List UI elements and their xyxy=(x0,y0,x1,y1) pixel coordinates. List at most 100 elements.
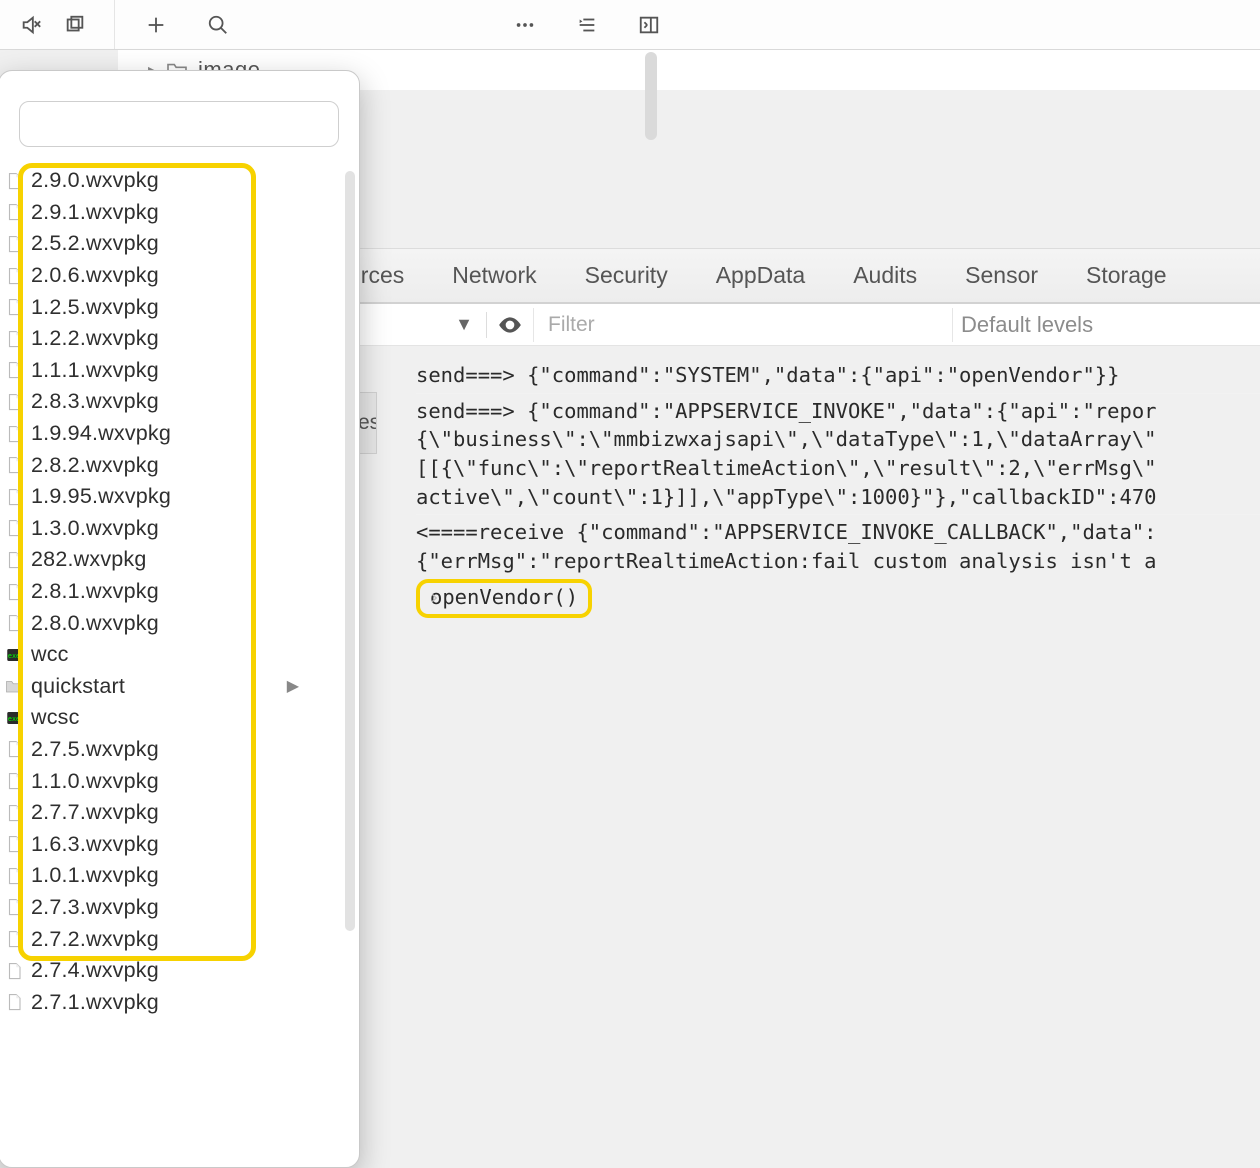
file-icon xyxy=(5,804,23,822)
file-label: 1.2.2.wxvpkg xyxy=(31,326,159,351)
file-icon xyxy=(5,361,23,379)
file-label: 2.7.4.wxvpkg xyxy=(31,958,159,983)
file-row[interactable]: 1.1.1.wxvpkg xyxy=(0,355,359,387)
file-label: 2.9.1.wxvpkg xyxy=(31,200,159,225)
file-label: 2.8.1.wxvpkg xyxy=(31,579,159,604)
file-row[interactable]: 2.8.0.wxvpkg xyxy=(0,607,359,639)
file-label: 2.8.2.wxvpkg xyxy=(31,453,159,478)
chevron-right-icon: ▶ xyxy=(287,676,299,696)
file-label: quickstart xyxy=(31,674,125,699)
file-row[interactable]: 2.7.3.wxvpkg xyxy=(0,892,359,924)
file-row[interactable]: 2.5.2.wxvpkg xyxy=(0,228,359,260)
exec-icon: exe xyxy=(5,646,23,664)
file-picker-popover: 2.9.0.wxvpkg 2.9.1.wxvpkg 2.5.2.wxvpkg 2.0.… xyxy=(0,70,360,1168)
file-label: wcc xyxy=(31,642,69,667)
file-row[interactable]: 2.0.6.wxvpkg xyxy=(0,260,359,292)
file-label: 2.7.3.wxvpkg xyxy=(31,895,159,920)
file-label: 1.2.5.wxvpkg xyxy=(31,295,159,320)
file-label: 2.8.0.wxvpkg xyxy=(31,611,159,636)
file-row[interactable]: 1.9.95.wxvpkg xyxy=(0,481,359,513)
file-label: 1.1.0.wxvpkg xyxy=(31,769,159,794)
file-label: 2.7.2.wxvpkg xyxy=(31,927,159,952)
tab-network[interactable]: Network xyxy=(448,256,540,295)
file-label: 1.6.3.wxvpkg xyxy=(31,832,159,857)
file-row[interactable]: 2.8.2.wxvpkg xyxy=(0,449,359,481)
file-row[interactable]: 282.wxvpkg xyxy=(0,544,359,576)
file-row[interactable]: 2.7.2.wxvpkg xyxy=(0,923,359,955)
file-row[interactable]: 2.8.3.wxvpkg xyxy=(0,386,359,418)
file-row[interactable]: 2.9.0.wxvpkg xyxy=(0,165,359,197)
file-label: wcsc xyxy=(31,705,80,730)
mute-icon[interactable] xyxy=(20,14,42,36)
file-label: 1.9.94.wxvpkg xyxy=(31,421,171,446)
tab-sensor[interactable]: Sensor xyxy=(961,256,1042,295)
file-icon xyxy=(5,835,23,853)
file-row[interactable]: 1.3.0.wxvpkg xyxy=(0,513,359,545)
log-levels-dropdown[interactable]: Default levels xyxy=(961,312,1093,338)
file-row[interactable]: exe wcc xyxy=(0,639,359,671)
file-row[interactable]: 2.8.1.wxvpkg xyxy=(0,576,359,608)
file-icon xyxy=(5,930,23,948)
file-icon xyxy=(5,330,23,348)
folder-icon xyxy=(5,677,23,695)
file-row[interactable]: quickstart ▶ xyxy=(0,671,359,703)
more-icon[interactable] xyxy=(514,14,536,36)
file-label: 282.wxvpkg xyxy=(31,547,147,572)
collapse-panel-icon[interactable] xyxy=(638,14,660,36)
file-icon xyxy=(5,962,23,980)
indent-icon[interactable] xyxy=(576,14,598,36)
console-input-highlight[interactable]: openVendor() xyxy=(416,579,592,618)
windows-icon[interactable] xyxy=(64,14,86,36)
file-icon xyxy=(5,993,23,1011)
file-row[interactable]: exewcsc xyxy=(0,702,359,734)
console-entry: send===> {"command":"SYSTEM","data":{"ap… xyxy=(416,358,1260,394)
file-label: 2.5.2.wxvpkg xyxy=(31,231,159,256)
svg-text:exe: exe xyxy=(8,652,20,660)
file-row[interactable]: 2.7.5.wxvpkg xyxy=(0,734,359,766)
console-entry: send===> {"command":"APPSERVICE_INVOKE",… xyxy=(416,394,1260,516)
file-label: 2.7.5.wxvpkg xyxy=(31,737,159,762)
tab-storage[interactable]: Storage xyxy=(1082,256,1171,295)
file-icon xyxy=(5,740,23,758)
file-row[interactable]: 1.1.0.wxvpkg xyxy=(0,765,359,797)
console-prompt-chevron-icon: › xyxy=(428,583,440,612)
file-icon xyxy=(5,519,23,537)
file-icon xyxy=(5,298,23,316)
file-label: 1.0.1.wxvpkg xyxy=(31,863,159,888)
file-label: 1.9.95.wxvpkg xyxy=(31,484,171,509)
file-row[interactable]: 2.7.4.wxvpkg xyxy=(0,955,359,987)
search-icon[interactable] xyxy=(207,14,229,36)
file-label: 1.1.1.wxvpkg xyxy=(31,358,159,383)
file-icon xyxy=(5,203,23,221)
execution-context-dropdown[interactable]: ▼ xyxy=(452,313,476,337)
file-row[interactable]: 2.7.1.wxvpkg xyxy=(0,986,359,1018)
plus-icon[interactable] xyxy=(145,14,167,36)
file-icon xyxy=(5,867,23,885)
file-row[interactable]: 1.9.94.wxvpkg xyxy=(0,418,359,450)
file-label: 2.7.7.wxvpkg xyxy=(31,800,159,825)
file-row[interactable]: 2.9.1.wxvpkg xyxy=(0,197,359,229)
scrollbar[interactable] xyxy=(645,52,657,140)
file-row[interactable]: 1.0.1.wxvpkg xyxy=(0,860,359,892)
file-row[interactable]: 1.2.5.wxvpkg xyxy=(0,291,359,323)
file-row[interactable]: 1.6.3.wxvpkg xyxy=(0,828,359,860)
file-icon xyxy=(5,456,23,474)
tab-appdata[interactable]: AppData xyxy=(712,256,810,295)
file-icon xyxy=(5,425,23,443)
live-expression-icon[interactable] xyxy=(497,312,523,338)
console-entry: <====receive {"command":"APPSERVICE_INVO… xyxy=(416,515,1260,578)
file-row[interactable]: 2.7.7.wxvpkg xyxy=(0,797,359,829)
scrollbar[interactable] xyxy=(345,171,355,931)
tab-security[interactable]: Security xyxy=(581,256,672,295)
popover-search-input[interactable] xyxy=(19,101,339,147)
filter-input[interactable] xyxy=(533,308,953,342)
file-row[interactable]: 1.2.2.wxvpkg xyxy=(0,323,359,355)
file-icon xyxy=(5,267,23,285)
file-icon xyxy=(5,235,23,253)
file-icon xyxy=(5,488,23,506)
console-output: send===> {"command":"SYSTEM","data":{"ap… xyxy=(380,346,1260,618)
tab-audits[interactable]: Audits xyxy=(849,256,921,295)
file-label: 2.9.0.wxvpkg xyxy=(31,168,159,193)
file-icon xyxy=(5,772,23,790)
file-icon xyxy=(5,614,23,632)
